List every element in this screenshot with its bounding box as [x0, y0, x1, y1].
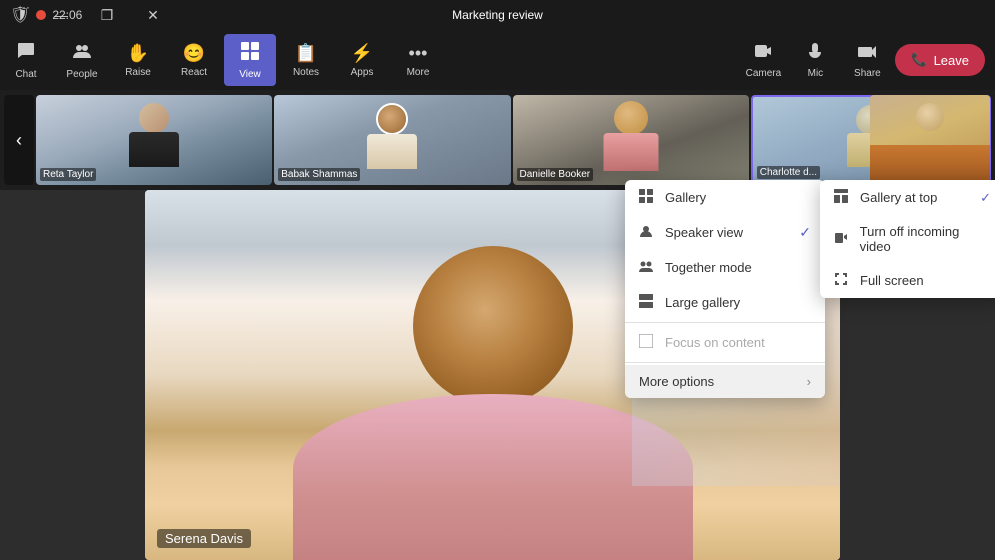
thumbnail-label-2: Danielle Booker [517, 168, 594, 181]
menu-divider-1 [625, 322, 825, 323]
speaker-check-icon: ✓ [799, 224, 811, 241]
toolbar: Chat People ✋ Raise 😊 React View 📋 Notes [0, 30, 995, 90]
status-left: 🛡 22:06 [10, 5, 82, 25]
apps-icon: ⚡ [351, 43, 373, 64]
close-button[interactable]: ✕ [130, 0, 176, 30]
raise-button[interactable]: ✋ Raise [112, 34, 164, 86]
gallery-top-icon [834, 189, 850, 206]
menu-large-gallery[interactable]: Large gallery [625, 285, 825, 320]
mic-button[interactable]: Mic [791, 34, 839, 86]
more-button[interactable]: ••• More [392, 34, 444, 86]
react-button[interactable]: 😊 React [168, 34, 220, 86]
main-content: ‹ Reta Taylor Babak Shammas Danielle Boo… [0, 90, 995, 560]
share-icon [857, 42, 877, 65]
main-speaker-label: Serena Davis [157, 529, 251, 548]
self-view [870, 95, 990, 185]
notes-icon: 📋 [295, 43, 317, 64]
leave-button[interactable]: 📞 Leave [895, 44, 985, 76]
share-label: Share [854, 68, 881, 79]
camera-button[interactable]: Camera [739, 34, 787, 86]
raise-label: Raise [125, 67, 151, 78]
menu-more-options-label: More options [639, 374, 714, 389]
restore-button[interactable]: ❐ [84, 0, 130, 30]
menu-divider-2 [625, 362, 825, 363]
view-button[interactable]: View [224, 34, 276, 86]
thumbnail-label-3: Charlotte d... [757, 166, 820, 179]
thumbnail-label-0: Reta Taylor [40, 168, 96, 181]
notes-button[interactable]: 📋 Notes [280, 34, 332, 86]
full-screen-icon [834, 272, 850, 289]
thumbnail-label-1: Babak Shammas [278, 168, 360, 181]
menu-speaker-label: Speaker view [665, 225, 743, 240]
camera-label: Camera [746, 68, 782, 79]
people-button[interactable]: People [56, 34, 108, 86]
submenu-gallery-top-label: Gallery at top [860, 190, 937, 205]
leave-label: Leave [934, 53, 969, 68]
thumbnail-2: Danielle Booker [513, 95, 749, 185]
media-controls: Camera Mic Share 📞 Leave [739, 34, 985, 86]
submenu-turn-off-label: Turn off incoming video [860, 224, 991, 254]
menu-focus-label: Focus on content [665, 335, 765, 350]
sub-menu: Gallery at top ✓ Turn off incoming video… [820, 180, 995, 298]
thumbnail-0: Reta Taylor [36, 95, 272, 185]
speaker-icon [639, 224, 655, 241]
menu-more-options[interactable]: More options › [625, 365, 825, 398]
gallery-icon [639, 189, 655, 206]
leave-phone-icon: 📞 [911, 52, 927, 68]
menu-speaker[interactable]: Speaker view ✓ [625, 215, 825, 250]
toolbar-left: Chat People ✋ Raise 😊 React View 📋 Notes [0, 34, 444, 86]
focus-icon [639, 334, 655, 351]
camera-icon [753, 42, 773, 65]
title-bar-center: Marketing review [452, 8, 543, 22]
react-icon: 😊 [183, 43, 205, 64]
menu-gallery-label: Gallery [665, 190, 706, 205]
shield-icon: 🛡 [10, 5, 30, 25]
gallery-top-check-icon: ✓ [980, 190, 991, 206]
thumbnail-row: ‹ Reta Taylor Babak Shammas Danielle Boo… [0, 90, 995, 190]
chat-icon [16, 41, 36, 66]
menu-gallery[interactable]: Gallery [625, 180, 825, 215]
mic-label: Mic [808, 68, 824, 79]
submenu-gallery-top[interactable]: Gallery at top ✓ [820, 180, 995, 215]
view-menu: Gallery Speaker view ✓ Together mode Lar… [625, 180, 825, 398]
thumb-prev-button[interactable]: ‹ [4, 95, 34, 185]
meeting-title: Marketing review [452, 8, 543, 22]
react-label: React [181, 67, 207, 78]
title-bar: 🛡 22:06 Marketing review ··· — ❐ ✕ [0, 0, 995, 30]
mic-icon [805, 42, 825, 65]
view-icon [240, 41, 260, 66]
menu-focus: Focus on content [625, 325, 825, 360]
people-label: People [66, 69, 97, 80]
share-button[interactable]: Share [843, 34, 891, 86]
submenu-turn-off-incoming[interactable]: Turn off incoming video [820, 215, 995, 263]
menu-large-gallery-label: Large gallery [665, 295, 740, 310]
large-gallery-icon [639, 294, 655, 311]
record-indicator [36, 10, 46, 20]
notes-label: Notes [293, 67, 319, 78]
more-label: More [407, 67, 430, 78]
thumbnail-1: Babak Shammas [274, 95, 510, 185]
apps-button[interactable]: ⚡ Apps [336, 34, 388, 86]
submenu-full-screen-label: Full screen [860, 273, 924, 288]
together-icon [639, 259, 655, 276]
menu-together[interactable]: Together mode [625, 250, 825, 285]
raise-icon: ✋ [127, 43, 149, 64]
view-label: View [239, 69, 261, 80]
apps-label: Apps [351, 67, 374, 78]
chat-button[interactable]: Chat [0, 34, 52, 86]
turn-off-incoming-icon [834, 231, 850, 248]
submenu-full-screen[interactable]: Full screen [820, 263, 995, 298]
chat-label: Chat [15, 69, 36, 80]
submenu-arrow-icon: › [807, 374, 811, 389]
more-icon: ••• [409, 43, 428, 64]
meeting-time: 22:06 [52, 8, 82, 22]
menu-together-label: Together mode [665, 260, 752, 275]
people-icon [72, 41, 92, 66]
